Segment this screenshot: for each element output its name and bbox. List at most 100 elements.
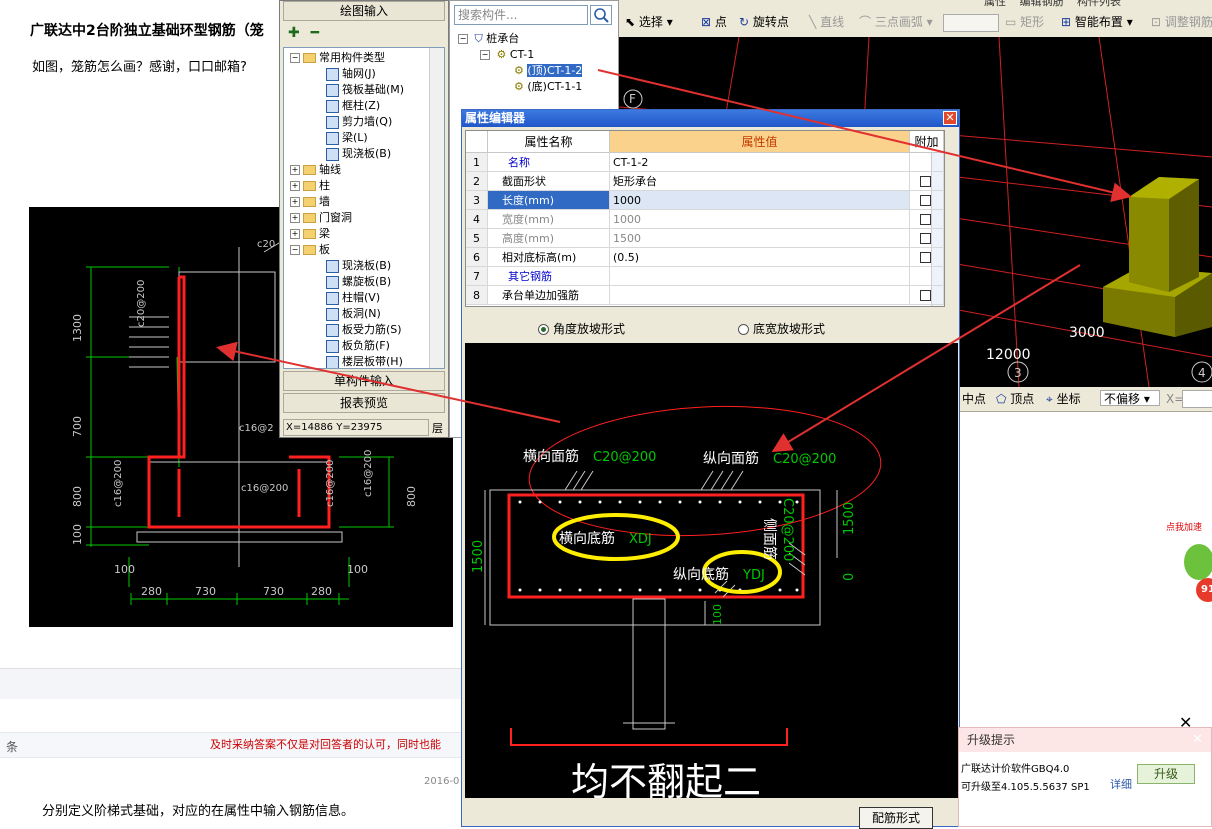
property-value[interactable]: 矩形承台 [610, 172, 910, 191]
folder-icon [303, 213, 316, 223]
tree-item[interactable]: 柱帽(V) [326, 290, 380, 306]
svg-text:800: 800 [405, 486, 418, 507]
popup-close-icon[interactable]: ✕ [1192, 732, 1203, 747]
tree-item[interactable]: 框柱(Z) [326, 98, 380, 114]
line-icon: ╲ [809, 15, 817, 29]
side-ad-mascot[interactable]: 91 [1178, 540, 1212, 602]
radio-angle-slope[interactable]: 角度放坡形式 [538, 320, 625, 337]
tab-single-input[interactable]: 单构件输入 [283, 371, 445, 391]
close-icon[interactable]: ✕ [943, 111, 957, 125]
coord-snap[interactable]: ⌖ 坐标 [1046, 389, 1081, 409]
expand-icon[interactable]: + [290, 165, 300, 175]
property-value[interactable]: 1500 [610, 229, 910, 248]
extra-checkbox[interactable] [920, 176, 931, 187]
expand-icon[interactable]: + [290, 197, 300, 207]
upgrade-button[interactable]: 升级 [1137, 764, 1195, 784]
line-button[interactable]: ╲ 直线 [809, 12, 844, 32]
property-value[interactable]: (0.5) [610, 248, 910, 267]
tree-item[interactable]: + 柱 [290, 178, 330, 194]
tree-item[interactable]: 板负筋(F) [326, 338, 390, 354]
tree-item[interactable]: − 常用构件类型 [290, 50, 385, 66]
rotate-icon: ↻ [739, 15, 750, 29]
gear-icon: ⚙ [496, 48, 507, 61]
property-value[interactable]: 1000 [610, 210, 910, 229]
midpoint-snap[interactable]: 中点 [962, 389, 986, 409]
tree-item-label: 板负筋(F) [342, 339, 390, 352]
expand-icon[interactable]: + [290, 229, 300, 239]
popup-line1: 广联达计价软件GBQ4.0 [961, 764, 1070, 775]
svg-text:100: 100 [347, 563, 368, 576]
coord-icon: ⌖ [1046, 392, 1053, 406]
x-input[interactable] [1182, 390, 1212, 408]
search-input[interactable]: 搜索构件... [454, 5, 588, 25]
tree-item[interactable]: − 板 [290, 242, 330, 258]
tree-item[interactable]: 现浇板(B) [326, 258, 391, 274]
collapse-icon[interactable]: − [458, 34, 468, 44]
property-value[interactable] [610, 286, 910, 305]
tree-item[interactable]: 楼层板带(H) [326, 354, 403, 368]
property-value[interactable]: 1000 [610, 191, 910, 210]
tree-item[interactable]: 板受力筋(S) [326, 322, 402, 338]
radio-width-slope[interactable]: 底宽放坡形式 [738, 320, 825, 337]
property-extra [910, 286, 944, 305]
tree-item[interactable]: + 墙 [290, 194, 330, 210]
tree-root-pile-cap[interactable]: − ⛉ 桩承台 [458, 31, 519, 47]
arc-button[interactable]: ⌒ 三点画弧 ▾ [859, 12, 933, 32]
tree-scrollbar[interactable] [429, 48, 444, 368]
extra-checkbox[interactable] [920, 195, 931, 206]
arc-dropdown[interactable] [943, 14, 999, 32]
remove-icon[interactable]: ━ [311, 25, 319, 41]
tree-item[interactable]: + 门窗洞 [290, 210, 352, 226]
tree-item[interactable]: 筏板基础(M) [326, 82, 404, 98]
tree-item[interactable]: 梁(L) [326, 130, 368, 146]
adjust-rebar-button[interactable]: ⊡ 调整钢筋 [1151, 12, 1212, 32]
smart-layout-button[interactable]: ⊞ 智能布置 ▾ [1061, 12, 1133, 32]
component-icon [326, 355, 339, 368]
property-value[interactable]: CT-1-2 [610, 153, 910, 172]
point-button[interactable]: ⊠ 点 [701, 12, 727, 32]
popup-detail-link[interactable]: 详细 [1110, 776, 1132, 792]
tree-item[interactable]: 螺旋板(B) [326, 274, 391, 290]
edit-rebar-tab[interactable]: 编辑钢筋 [1020, 0, 1064, 8]
tree-item-ct1-1[interactable]: ⚙ (底)CT-1-1 [514, 79, 582, 95]
vertex-snap[interactable]: ⬠ 顶点 [996, 389, 1034, 409]
tree-item[interactable]: 剪力墙(Q) [326, 114, 392, 130]
axis-label-4: 4 [1198, 366, 1206, 380]
tree-item-label: 板 [319, 243, 330, 256]
add-icon[interactable]: ✚ [288, 25, 300, 41]
tree-group-ct1[interactable]: − ⚙ CT-1 [480, 47, 534, 63]
tab-drawing-input[interactable]: 绘图输入 [283, 1, 445, 21]
tree-item[interactable]: + 梁 [290, 226, 330, 242]
rotate-point-button[interactable]: ↻ 旋转点 [739, 12, 789, 32]
expand-icon[interactable]: + [290, 181, 300, 191]
component-icon [326, 275, 339, 289]
tree-item[interactable]: + 轴线 [290, 162, 341, 178]
search-button[interactable] [590, 5, 612, 25]
expand-icon[interactable]: + [290, 213, 300, 223]
extra-checkbox[interactable] [920, 214, 931, 225]
property-tab[interactable]: 属性 [984, 0, 1006, 8]
tab-report-preview[interactable]: 报表预览 [283, 393, 445, 413]
rect-button[interactable]: ▭ 矩形 [1005, 12, 1044, 32]
property-value[interactable] [610, 267, 910, 286]
toolbar-add-remove: ✚ ━ [288, 25, 319, 41]
extra-checkbox[interactable] [920, 233, 931, 244]
component-list-tab[interactable]: 构件列表 [1077, 0, 1121, 8]
offset-select[interactable]: 不偏移 ▾ [1100, 390, 1160, 406]
tree-item-label: 梁(L) [342, 131, 368, 144]
tree-item-ct1-2[interactable]: ⚙ (顶)CT-1-2 [514, 63, 583, 79]
axis-label-3: 3 [1014, 366, 1022, 380]
tree-item[interactable]: 板洞(N) [326, 306, 381, 322]
tree-item[interactable]: 现浇板(B) [326, 146, 391, 162]
collapse-icon[interactable]: − [480, 50, 490, 60]
select-button[interactable]: ⬉ 选择 ▾ [625, 12, 673, 32]
extra-checkbox[interactable] [920, 290, 931, 301]
rebar-form-button[interactable]: 配筋形式 [859, 807, 933, 829]
collapse-icon[interactable]: − [290, 245, 300, 255]
extra-checkbox[interactable] [920, 252, 931, 263]
tree-item-label: 楼层板带(H) [342, 355, 403, 368]
side-ad-label[interactable]: 点我加速 [1166, 520, 1202, 533]
tree-item[interactable]: 轴网(J) [326, 66, 376, 82]
svg-text:730: 730 [195, 585, 216, 598]
collapse-icon[interactable]: − [290, 53, 300, 63]
